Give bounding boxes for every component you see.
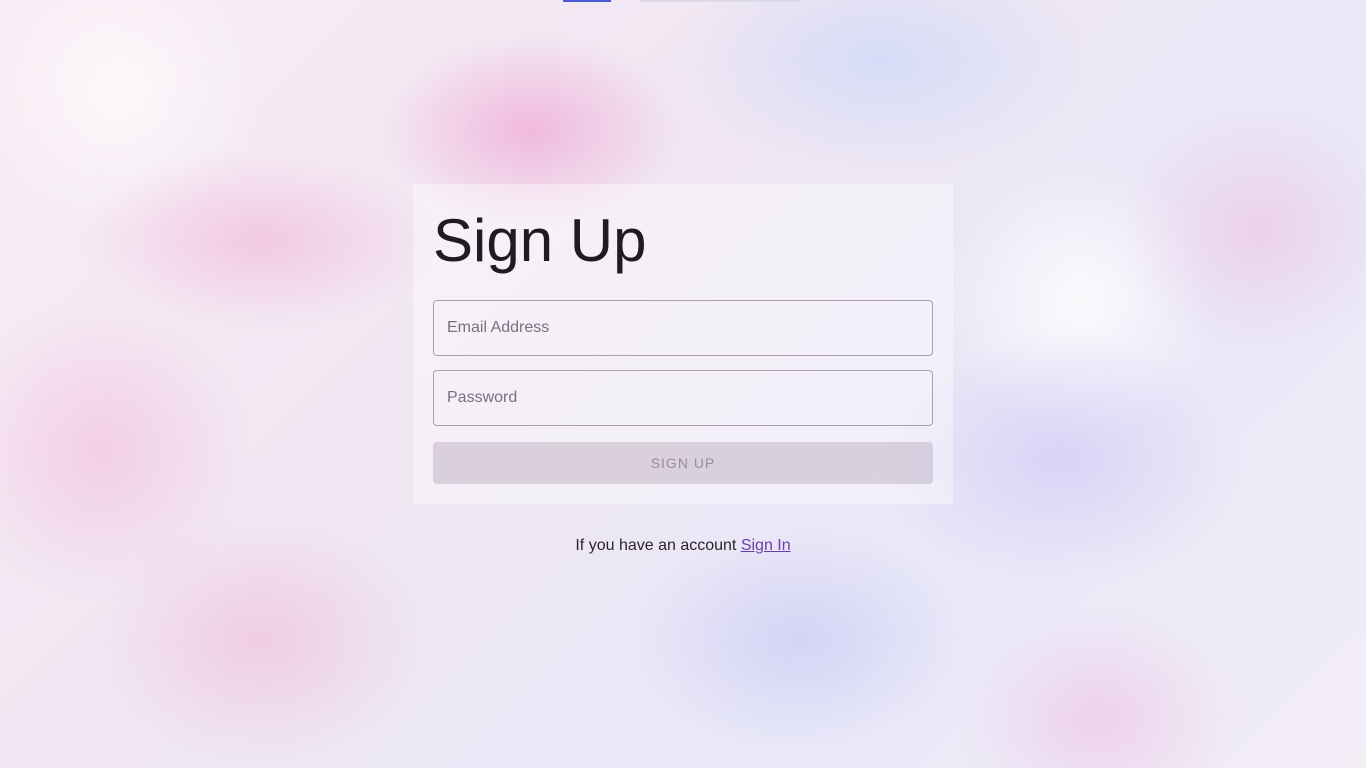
sign-in-link[interactable]: Sign In bbox=[741, 537, 791, 554]
signin-prompt-text: If you have an account bbox=[575, 537, 741, 554]
signup-card: Sign Up SIGN UP bbox=[413, 184, 953, 504]
page-title: Sign Up bbox=[433, 207, 647, 274]
sign-up-button[interactable]: SIGN UP bbox=[433, 442, 933, 484]
top-link-underline[interactable] bbox=[563, 0, 611, 2]
signin-prompt: If you have an account Sign In bbox=[0, 537, 1366, 555]
top-faint-bar bbox=[640, 0, 800, 2]
email-field[interactable] bbox=[433, 300, 933, 356]
password-field[interactable] bbox=[433, 370, 933, 426]
